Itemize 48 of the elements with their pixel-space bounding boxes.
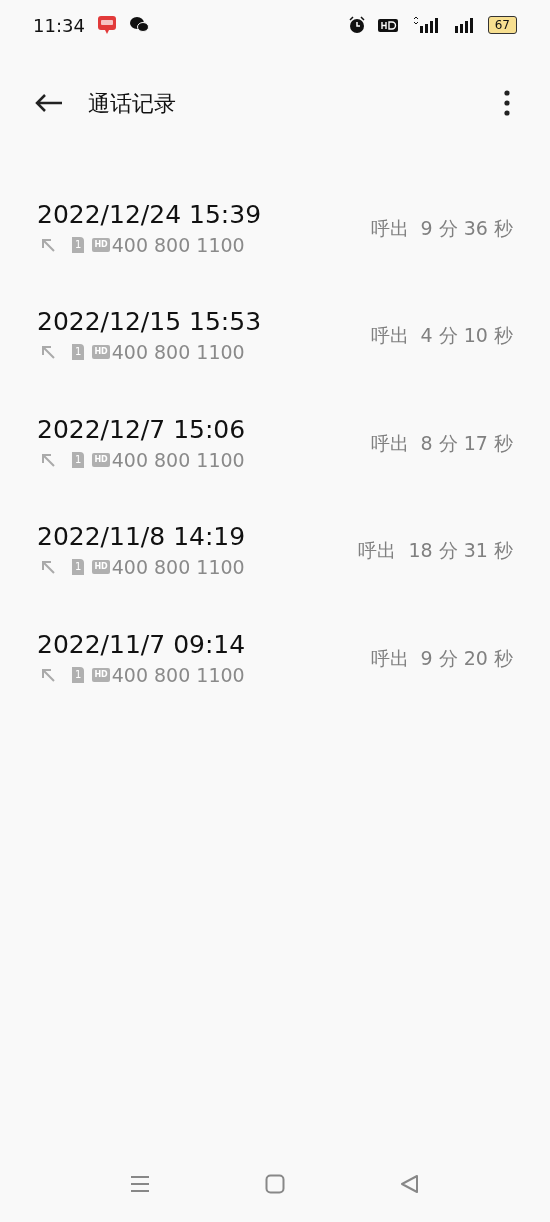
back-arrow-icon [34,93,64,113]
sim-slot-badge: 1 [72,559,85,576]
hd-badge: HD [92,667,110,682]
phone-number: 400 800 1100 [111,447,245,472]
hd-badge: HD [92,560,110,575]
call-datetime: 2022/12/15 15:53 [37,306,263,339]
outgoing-call-icon [40,559,56,576]
call-log-item[interactable]: 2022/12/7 15:06 1 HD 400 800 1100 呼出 8 分 17 秒 [0,389,550,497]
sim-slot-badge: 1 [72,344,85,361]
square-icon [265,1174,285,1194]
call-summary: 呼出 18 分 31 秒 [358,538,513,563]
call-summary: 呼出 9 分 36 秒 [370,215,513,241]
hd-voice-icon [377,17,400,33]
call-datetime: 2022/11/8 14:19 [37,521,247,554]
status-time: 11:34 [33,13,85,38]
sim-slot-badge: 1 [72,236,85,253]
call-log-item[interactable]: 2022/12/24 15:39 1 HD 400 800 1100 呼出 9 分 36 秒 [0,174,550,282]
call-datetime: 2022/11/7 09:14 [37,628,247,661]
page-title: 通话记录 [88,89,177,118]
battery-level: 67 [487,16,517,34]
outgoing-call-icon [40,666,56,683]
call-log-item[interactable]: 2022/12/15 15:53 1 HD 400 800 1100 呼出 4 分 10 秒 [0,281,550,389]
hd-badge: HD [92,452,110,467]
outgoing-call-icon [40,236,56,253]
phone-number: 400 800 1100 [111,662,245,687]
phone-number: 400 800 1100 [111,232,245,257]
more-options-icon [504,90,510,116]
menu-icon [130,1174,150,1194]
phone-number: 400 800 1100 [111,555,245,580]
alarm-icon [347,16,366,34]
app-notification-icon [96,14,117,36]
outgoing-call-icon [40,344,56,361]
chat-bubbles-icon [128,16,149,34]
signal-icon [411,16,440,34]
sim-slot-badge: 1 [72,451,85,468]
hd-badge: HD [92,345,110,360]
hd-badge: HD [92,237,110,252]
call-datetime: 2022/12/24 15:39 [37,198,263,231]
phone-number: 400 800 1100 [111,340,245,365]
call-log-item[interactable]: 2022/11/7 09:14 1 HD 400 800 1100 呼出 9 分 20 秒 [0,604,550,712]
sim-slot-badge: 1 [72,666,85,683]
call-datetime: 2022/12/7 15:06 [37,413,247,446]
triangle-back-icon [400,1174,420,1194]
outgoing-call-icon [40,451,56,468]
call-summary: 呼出 8 分 17 秒 [370,430,513,456]
call-summary: 呼出 9 分 20 秒 [370,645,513,671]
call-summary: 呼出 4 分 10 秒 [370,323,513,348]
call-log-item[interactable]: 2022/11/8 14:19 1 HD 400 800 1100 呼出 18 分 31 秒 [0,496,550,604]
